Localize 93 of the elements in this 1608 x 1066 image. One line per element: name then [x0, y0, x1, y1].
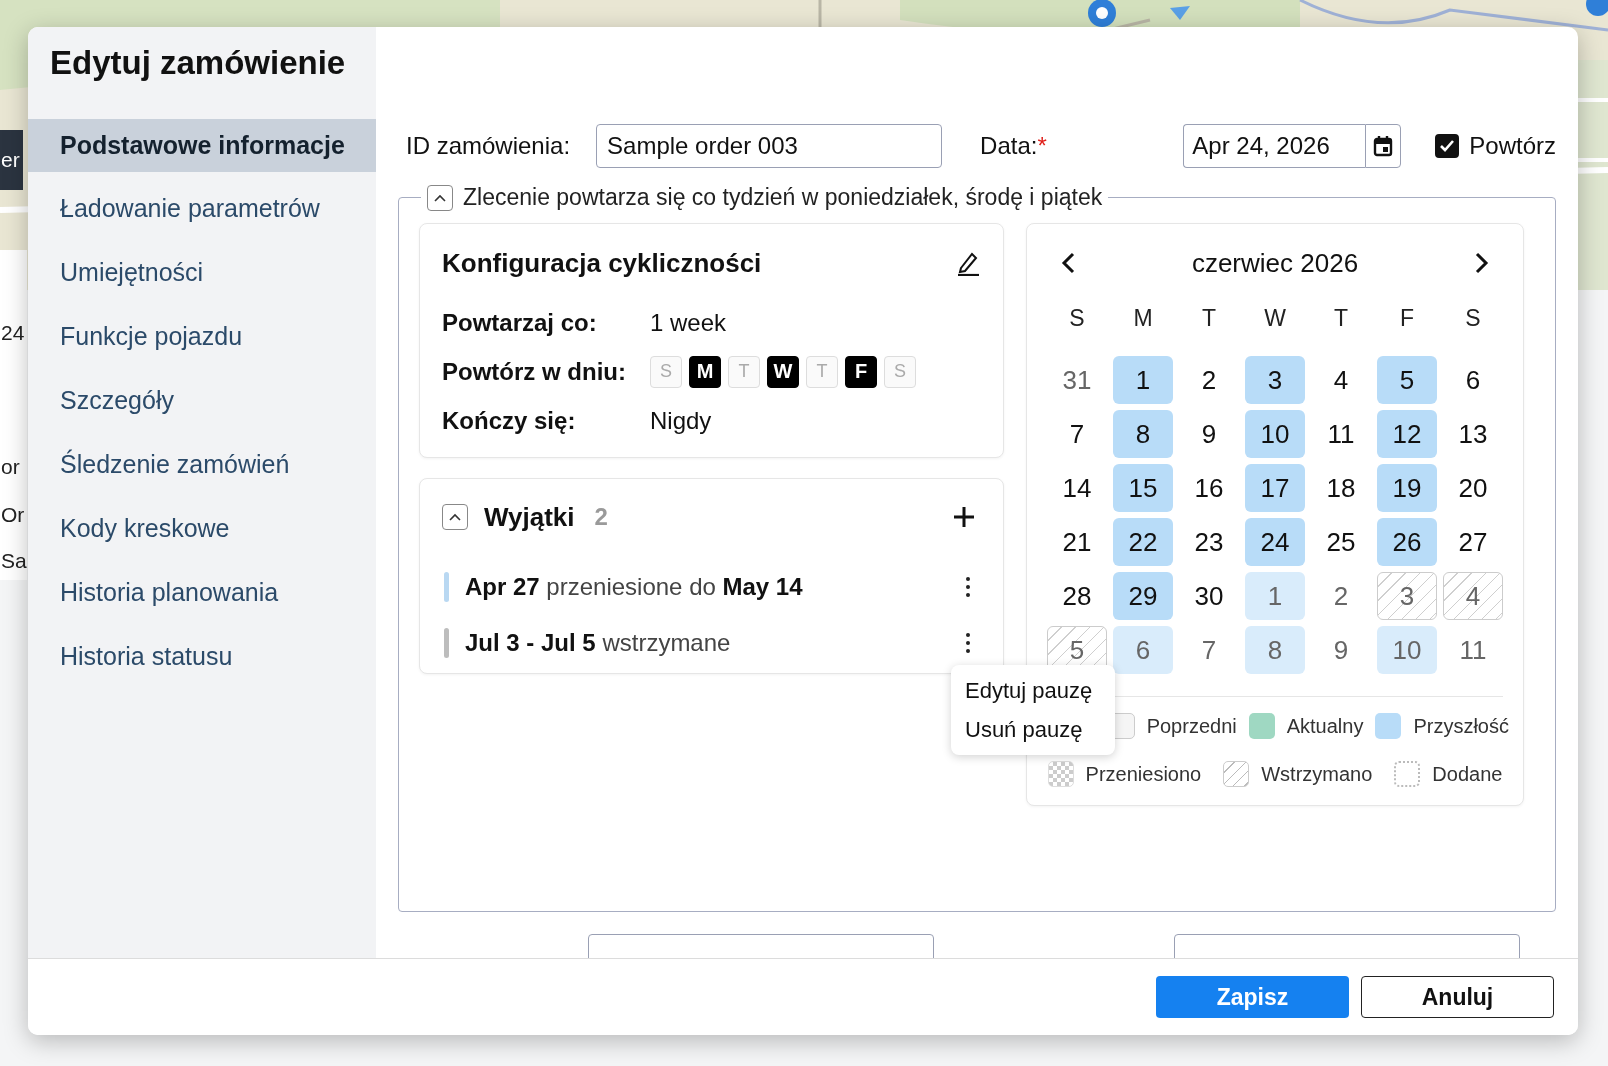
- nav-item[interactable]: Śledzenie zamówień: [28, 432, 376, 496]
- weekday-toggle[interactable]: F: [845, 355, 877, 388]
- background-text: Or: [1, 502, 25, 528]
- calendar-day[interactable]: 15: [1113, 464, 1173, 512]
- field-label: ID zamówienia:: [406, 132, 571, 160]
- calendar-day[interactable]: 3: [1377, 572, 1437, 620]
- calendar-day[interactable]: 4: [1443, 572, 1503, 620]
- calendar-day[interactable]: 2: [1179, 356, 1239, 404]
- field-label: Data:*: [980, 132, 1047, 160]
- weekday-toggle[interactable]: W: [767, 355, 799, 388]
- calendar-day[interactable]: 9: [1311, 626, 1371, 674]
- weekday-label: T: [1200, 304, 1218, 332]
- calendar-day[interactable]: 30: [1179, 572, 1239, 620]
- month-title: czerwiec 2026: [1191, 247, 1359, 279]
- calendar-day[interactable]: 1: [1245, 572, 1305, 620]
- weekday-label: S: [1068, 304, 1086, 332]
- calendar-day[interactable]: 23: [1179, 518, 1239, 566]
- calendar-day[interactable]: 11: [1311, 410, 1371, 458]
- legend-label: Aktualny: [1286, 714, 1364, 738]
- exception-text: Apr 27 przeniesione do May 14: [465, 573, 803, 601]
- calendar-day[interactable]: 18: [1311, 464, 1371, 512]
- calendar-day[interactable]: 3: [1245, 356, 1305, 404]
- calendar-day[interactable]: 29: [1113, 572, 1173, 620]
- cancel-button[interactable]: Anuluj: [1361, 976, 1554, 1018]
- field-label: Powtórz w dniu:: [442, 357, 627, 386]
- calendar-day[interactable]: 8: [1113, 410, 1173, 458]
- legend-label: Przeniesiono: [1085, 762, 1202, 786]
- calendar-day[interactable]: 31: [1047, 356, 1107, 404]
- calendar-day[interactable]: 8: [1245, 626, 1305, 674]
- menu-item[interactable]: Edytuj pauzę: [951, 671, 1115, 710]
- order-id-field[interactable]: Sample order 003: [596, 124, 943, 168]
- card-title: Konfiguracja cykliczności: [442, 247, 762, 279]
- weekday-label: F: [1398, 304, 1416, 332]
- calendar-day[interactable]: 2: [1311, 572, 1371, 620]
- calendar-day[interactable]: 22: [1113, 518, 1173, 566]
- calendar-day[interactable]: 24: [1245, 518, 1305, 566]
- menu-item[interactable]: Usuń pauzę: [951, 710, 1115, 749]
- weekday-label: S: [1464, 304, 1482, 332]
- background-text: Sa: [1, 548, 27, 574]
- field-value: Nigdy: [650, 406, 712, 435]
- calendar-day[interactable]: 27: [1443, 518, 1503, 566]
- weekday-label: M: [1132, 304, 1154, 332]
- calendar-day[interactable]: 25: [1311, 518, 1371, 566]
- weekday-toggle[interactable]: M: [689, 355, 721, 388]
- calendar-day[interactable]: 9: [1179, 410, 1239, 458]
- calendar-day[interactable]: 5: [1377, 356, 1437, 404]
- calendar-day[interactable]: 20: [1443, 464, 1503, 512]
- save-button[interactable]: Zapisz: [1156, 976, 1349, 1018]
- calendar-day[interactable]: 21: [1047, 518, 1107, 566]
- calendar-day[interactable]: 10: [1245, 410, 1305, 458]
- nav-item[interactable]: Podstawowe informacje: [28, 119, 376, 172]
- legend-label: Przyszłość: [1413, 714, 1509, 738]
- nav-item[interactable]: Funkcje pojazdu: [28, 304, 376, 368]
- calendar-day[interactable]: 1: [1113, 356, 1173, 404]
- nav-item[interactable]: Historia statusu: [28, 624, 376, 688]
- nav-item[interactable]: Ładowanie parametrów: [28, 176, 376, 240]
- legend-label: Wstrzymano: [1261, 762, 1373, 786]
- nav-item[interactable]: Kody kreskowe: [28, 496, 376, 560]
- field-value: 1 week: [650, 308, 727, 337]
- dialog-title: Edytuj zamówienie: [49, 43, 347, 83]
- nav-item[interactable]: Umiejętności: [28, 240, 376, 304]
- exception-text: Jul 3 - Jul 5 wstrzymane: [465, 629, 731, 657]
- calendar-day[interactable]: 7: [1047, 410, 1107, 458]
- checkbox-label: Powtórz: [1469, 132, 1556, 160]
- calendar-day[interactable]: 6: [1113, 626, 1173, 674]
- calendar-day[interactable]: 17: [1245, 464, 1305, 512]
- calendar-day[interactable]: 14: [1047, 464, 1107, 512]
- date-field[interactable]: Apr 24, 2026: [1183, 124, 1366, 168]
- card-title: Wyjątki: [484, 501, 575, 533]
- app-label: er: [0, 130, 23, 190]
- calendar-day[interactable]: 19: [1377, 464, 1437, 512]
- nav-item[interactable]: Historia planowania: [28, 560, 376, 624]
- count-label: 2: [594, 503, 608, 531]
- calendar-day[interactable]: 26: [1377, 518, 1437, 566]
- field-label: Kończy się:: [442, 406, 577, 435]
- calendar-day[interactable]: 6: [1443, 356, 1503, 404]
- recurrence-summary: Zlecenie powtarza się co tydzień w poniedziałek, środę i piątek: [463, 184, 1103, 211]
- calendar-day[interactable]: 7: [1179, 626, 1239, 674]
- legend-label: Poprzedni: [1146, 714, 1237, 738]
- calendar-day[interactable]: 10: [1377, 626, 1437, 674]
- calendar-day[interactable]: 28: [1047, 572, 1107, 620]
- calendar-day[interactable]: 13: [1443, 410, 1503, 458]
- nav-item[interactable]: Szczegóły: [28, 368, 376, 432]
- calendar-day[interactable]: 12: [1377, 410, 1437, 458]
- calendar-day[interactable]: 4: [1311, 356, 1371, 404]
- calendar-day[interactable]: 16: [1179, 464, 1239, 512]
- background-text: 24: [1, 320, 25, 346]
- weekday-label: T: [1332, 304, 1350, 332]
- field-label: Powtarzaj co:: [442, 308, 598, 337]
- legend-label: Dodane: [1432, 762, 1503, 786]
- calendar-day[interactable]: 11: [1443, 626, 1503, 674]
- background-text: or: [1, 454, 20, 480]
- weekday-label: W: [1263, 304, 1287, 332]
